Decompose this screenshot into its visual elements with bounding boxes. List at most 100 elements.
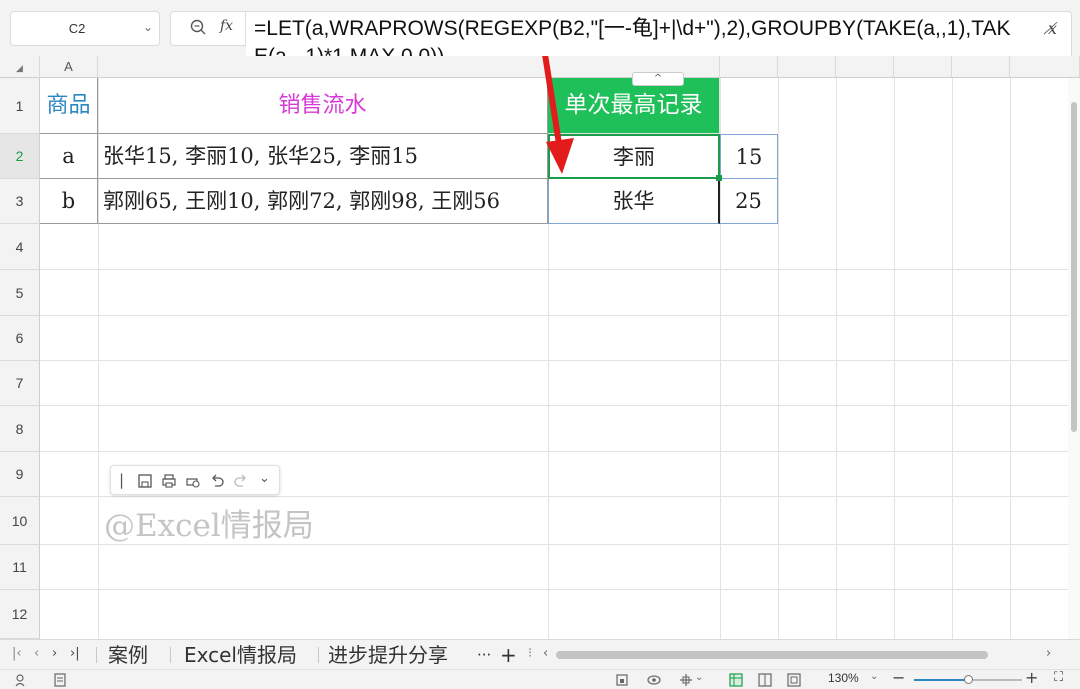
undo-icon[interactable]: [209, 473, 225, 489]
grid-line: [40, 269, 1068, 270]
grid-line: [40, 360, 1068, 361]
column-header-i[interactable]: [1010, 56, 1080, 78]
row-header-5[interactable]: 5: [0, 270, 40, 316]
zoom-slider[interactable]: [914, 675, 1022, 684]
chevron-up-icon[interactable]: ^: [632, 72, 684, 86]
scroll-left-icon[interactable]: ‹: [543, 646, 548, 661]
select-all-corner[interactable]: ◢: [0, 56, 40, 78]
zoom-level[interactable]: 130%: [828, 671, 859, 685]
row-header-11[interactable]: 11: [0, 545, 40, 590]
crosshair-icon[interactable]: [678, 672, 694, 688]
row-header-10[interactable]: 10: [0, 497, 40, 545]
column-header-g[interactable]: [894, 56, 952, 78]
chevron-down-icon[interactable]: ⌄: [259, 471, 270, 486]
column-header-f[interactable]: [836, 56, 894, 78]
zoom-out-button[interactable]: −: [892, 668, 905, 687]
print-preview-icon[interactable]: [185, 473, 201, 489]
grid-line: [40, 451, 1068, 452]
row-header-2[interactable]: 2: [0, 134, 40, 179]
row-header-12[interactable]: 12: [0, 590, 40, 639]
redo-icon[interactable]: [233, 473, 249, 489]
select-all-icon[interactable]: ◢: [16, 63, 23, 73]
sheet-tab-cases[interactable]: 案例: [108, 642, 148, 668]
prev-sheet-icon[interactable]: ‹: [34, 646, 39, 661]
grid-line: [40, 496, 1068, 497]
annotation-arrow-icon: [542, 56, 574, 174]
fill-handle[interactable]: [716, 175, 722, 181]
zoom-icon[interactable]: [189, 18, 207, 38]
sheet-tab-excel-info[interactable]: Excel情报局: [184, 642, 297, 668]
mini-toolbar: | ⌄: [110, 465, 280, 495]
collapse-formula-icon[interactable]: x̸: [1048, 19, 1057, 38]
page-layout-icon[interactable]: [757, 672, 773, 688]
row-header-1[interactable]: 1: [0, 78, 40, 134]
cell-b1[interactable]: 销售流水: [98, 78, 548, 134]
vertical-scrollbar-thumb[interactable]: [1071, 102, 1077, 432]
add-sheet-button[interactable]: +: [500, 642, 517, 668]
scroll-right-icon[interactable]: ›: [1046, 646, 1051, 661]
row-header-3[interactable]: 3: [0, 179, 40, 224]
row-header-9[interactable]: 9: [0, 452, 40, 497]
grid-line: [40, 589, 1068, 590]
column-header-a[interactable]: A: [40, 56, 98, 78]
column-header-h[interactable]: [952, 56, 1010, 78]
cell-d2[interactable]: 15: [720, 134, 778, 179]
watermark: @Excel情报局: [104, 508, 314, 544]
name-box-value: C2: [68, 21, 86, 36]
macro-record-icon[interactable]: [14, 672, 30, 688]
cell-b3[interactable]: 郭刚65, 王刚10, 郭刚72, 郭刚98, 王刚56: [98, 179, 548, 224]
grid-line: [1010, 78, 1011, 639]
chevron-down-icon[interactable]: ⌄: [870, 671, 878, 682]
column-header-e[interactable]: [778, 56, 836, 78]
protect-icon[interactable]: [614, 672, 630, 688]
vertical-scrollbar[interactable]: [1068, 78, 1080, 639]
name-box[interactable]: C2 ⌄: [10, 11, 160, 46]
tab-separator: [96, 647, 97, 663]
row-header-7[interactable]: 7: [0, 361, 40, 406]
cell-a2[interactable]: a: [40, 134, 98, 179]
cell-d3[interactable]: 25: [720, 179, 778, 224]
grid-line: [894, 78, 895, 639]
print-icon[interactable]: [161, 473, 177, 489]
tab-split-icon[interactable]: ⁝: [528, 646, 532, 661]
cell-a1[interactable]: 商品: [40, 78, 98, 134]
status-bar: ⌄ 130% ⌄ − + ⛶: [0, 668, 1080, 689]
grid-line: [952, 78, 953, 639]
cell-b2[interactable]: 张华15, 李丽10, 张华25, 李丽15: [98, 134, 548, 179]
zoom-slider-thumb[interactable]: [964, 675, 973, 684]
grid-line: [40, 315, 1068, 316]
sheet-list-icon[interactable]: [52, 672, 68, 688]
fullscreen-icon[interactable]: ⛶: [1054, 670, 1063, 685]
zoom-in-button[interactable]: +: [1025, 668, 1038, 687]
first-sheet-icon[interactable]: |‹: [12, 646, 22, 661]
last-sheet-icon[interactable]: ›|: [70, 646, 80, 661]
sheet-tab-bar: |‹ ‹ › ›| 案例 Excel情报局 进步提升分享 ··· + ⁝ ‹ ›: [0, 639, 1080, 669]
row-header-6[interactable]: 6: [0, 316, 40, 361]
tab-separator: [170, 647, 171, 663]
cell-c3[interactable]: 张华: [548, 179, 720, 224]
row-header-4[interactable]: 4: [0, 224, 40, 270]
fx-icon[interactable]: fx: [220, 18, 233, 34]
spreadsheet-grid: ◢ A ^ 1 2 3 4 5 6 7 8 9 10 11 12 商品 销售流水…: [0, 56, 1080, 639]
chevron-down-icon[interactable]: ⌄: [143, 20, 153, 34]
more-sheets-button[interactable]: ···: [477, 642, 491, 668]
row-header-8[interactable]: 8: [0, 406, 40, 452]
tab-separator: [318, 647, 319, 663]
page-break-icon[interactable]: [786, 672, 802, 688]
eye-icon[interactable]: [646, 672, 662, 688]
grid-line: [836, 78, 837, 639]
column-header-d[interactable]: [720, 56, 778, 78]
column-header-b[interactable]: [98, 56, 548, 78]
normal-view-icon[interactable]: [728, 672, 744, 688]
zoom-slider-fill: [914, 679, 968, 681]
horizontal-scrollbar-thumb[interactable]: [556, 651, 988, 659]
chevron-down-icon[interactable]: ⌄: [695, 672, 703, 683]
text-cursor-icon[interactable]: |: [119, 471, 124, 489]
cell-a3[interactable]: b: [40, 179, 98, 224]
next-sheet-icon[interactable]: ›: [52, 646, 57, 661]
grid-line: [40, 405, 1068, 406]
formula-tools: fx: [170, 11, 246, 46]
save-icon[interactable]: [137, 473, 153, 489]
sheet-tab-progress[interactable]: 进步提升分享: [328, 642, 448, 668]
grid-line: [778, 78, 779, 639]
